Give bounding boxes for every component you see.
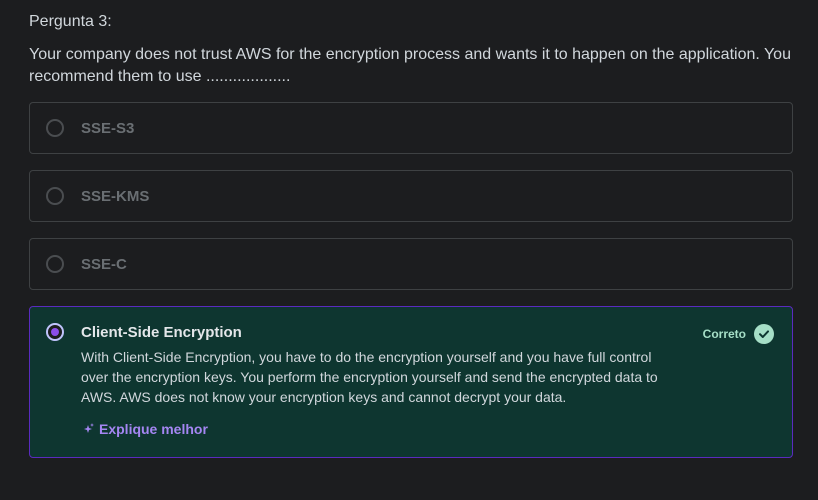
correct-status: Correto <box>703 324 774 344</box>
sparkle-icon <box>81 422 95 436</box>
radio-button-selected[interactable] <box>46 323 64 341</box>
answer-label: SSE-KMS <box>81 188 150 205</box>
answer-option-sse-s3[interactable]: SSE-S3 <box>29 102 793 154</box>
status-label: Correto <box>702 327 746 341</box>
answer-option-client-side-encryption[interactable]: Client-Side Encryption Correto With Clie… <box>29 306 793 458</box>
question-number: Pergunta 3: <box>29 13 112 30</box>
answer-label: SSE-C <box>81 256 127 273</box>
check-circle-icon <box>754 324 774 344</box>
explain-more-label: Explique melhor <box>99 421 208 437</box>
answer-label: Client-Side Encryption <box>81 324 242 341</box>
answer-option-sse-kms[interactable]: SSE-KMS <box>29 170 793 222</box>
explain-more-link[interactable]: Explique melhor <box>81 421 208 437</box>
radio-button[interactable] <box>46 255 64 273</box>
question-text: Your company does not trust AWS for the … <box>29 46 791 85</box>
radio-button[interactable] <box>46 187 64 205</box>
quiz-page: Pergunta 3: Your company does not trust … <box>0 0 818 500</box>
answer-label: SSE-S3 <box>81 120 135 137</box>
answer-explanation: With Client-Side Encryption, you have to… <box>81 349 658 405</box>
answer-option-sse-c[interactable]: SSE-C <box>29 238 793 290</box>
radio-button[interactable] <box>46 119 64 137</box>
